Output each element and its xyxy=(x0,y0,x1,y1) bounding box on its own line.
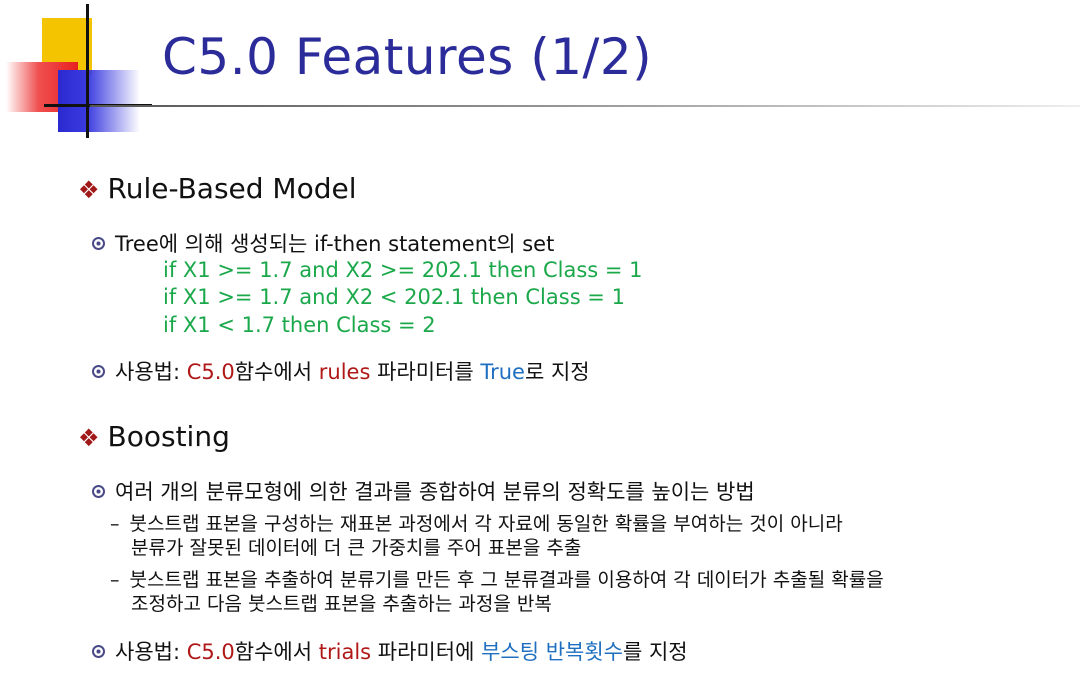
usage-prefix: 사용법: xyxy=(115,640,187,664)
usage-mid1: 함수에서 xyxy=(234,640,319,664)
usage-value: True xyxy=(480,360,525,384)
circle-bullet-icon xyxy=(92,236,105,250)
usage-param: rules xyxy=(318,360,371,384)
section-heading-label: Boosting xyxy=(107,420,230,453)
dash-bullet: – xyxy=(110,513,120,535)
rule-point-1-text: Tree에 의해 생성되는 if-then statement의 set xyxy=(115,232,555,256)
boost-usage: 사용법: C5.0함수에서 trials 파라미터에 부스팅 반복횟수를 지정 xyxy=(92,636,688,666)
usage-function: C5.0 xyxy=(186,640,235,664)
diamond-bullet-icon: ❖ xyxy=(78,176,100,204)
circle-bullet-icon xyxy=(92,364,105,378)
usage-suffix: 를 지정 xyxy=(622,640,688,664)
boost-sub-1: – 붓스트랩 표본을 구성하는 재표본 과정에서 각 자료에 동일한 확률을 부여… xyxy=(110,512,843,560)
usage-value: 부스팅 반복횟수 xyxy=(481,640,623,664)
circle-bullet-icon xyxy=(92,484,105,498)
boost-point-1: 여러 개의 분류모형에 의한 결과를 종합하여 분류의 정확도를 높이는 방법 xyxy=(92,476,755,506)
boost-sub-1-line2: 분류가 잘못된 데이터에 더 큰 가중치를 주어 표본을 추출 xyxy=(131,537,582,559)
usage-function: C5.0 xyxy=(186,360,235,384)
logo-blue-square xyxy=(58,70,140,132)
boost-sub-2-line1: 붓스트랩 표본을 추출하여 분류기를 만든 후 그 분류결과를 이용하여 각 데… xyxy=(129,569,884,591)
boost-sub-1-line1: 붓스트랩 표본을 구성하는 재표본 과정에서 각 자료에 동일한 확률을 부여하… xyxy=(129,513,843,535)
usage-param: trials xyxy=(318,640,372,664)
circle-bullet-icon xyxy=(92,644,105,658)
usage-prefix: 사용법: xyxy=(115,360,187,384)
usage-mid2: 파라미터를 xyxy=(370,360,481,384)
dash-bullet: – xyxy=(110,569,120,591)
rule-line-3: if X1 < 1.7 then Class = 2 xyxy=(163,313,436,337)
usage-suffix: 로 지정 xyxy=(524,360,590,384)
usage-mid2: 파라미터에 xyxy=(371,640,482,664)
logo-vertical-line xyxy=(86,4,89,138)
title-divider xyxy=(90,105,1080,107)
boost-point-1-text: 여러 개의 분류모형에 의한 결과를 종합하여 분류의 정확도를 높이는 방법 xyxy=(115,480,755,504)
section-heading-boosting: ❖ Boosting xyxy=(78,420,230,453)
diamond-bullet-icon: ❖ xyxy=(78,424,100,452)
rule-line-2: if X1 >= 1.7 and X2 < 202.1 then Class =… xyxy=(163,285,625,309)
slide-title: C5.0 Features (1/2) xyxy=(162,28,653,86)
rule-usage: 사용법: C5.0함수에서 rules 파라미터를 True로 지정 xyxy=(92,356,590,386)
rule-line-1: if X1 >= 1.7 and X2 >= 202.1 then Class … xyxy=(163,258,643,282)
section-heading-rule-based: ❖ Rule-Based Model xyxy=(78,172,357,205)
boost-sub-2: – 붓스트랩 표본을 추출하여 분류기를 만든 후 그 분류결과를 이용하여 각 … xyxy=(110,568,884,616)
usage-mid1: 함수에서 xyxy=(234,360,319,384)
slide-logo-decoration xyxy=(0,0,160,150)
rule-point-1: Tree에 의해 생성되는 if-then statement의 set xyxy=(92,228,554,258)
section-heading-label: Rule-Based Model xyxy=(107,172,357,205)
boost-sub-2-line2: 조정하고 다음 붓스트랩 표본을 추출하는 과정을 반복 xyxy=(131,593,552,615)
